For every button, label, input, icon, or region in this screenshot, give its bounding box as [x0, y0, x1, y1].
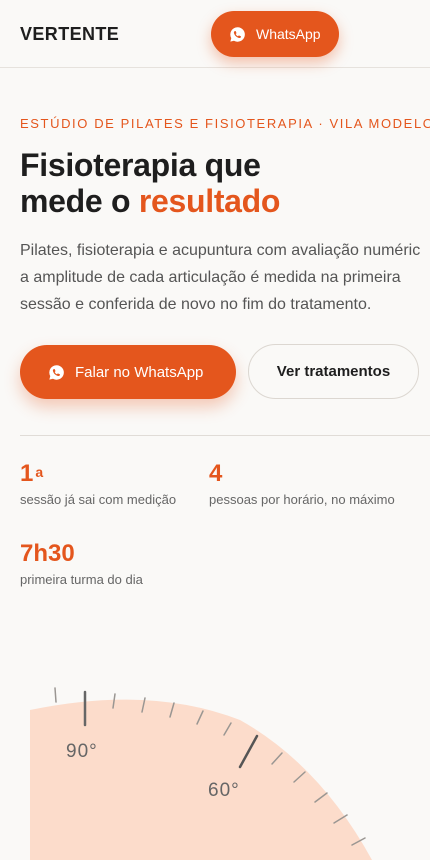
whatsapp-cta-button[interactable]: Falar no WhatsApp — [20, 345, 236, 399]
stat-label: pessoas por horário, no máximo — [209, 492, 395, 507]
stat-max-people: 4 pessoas por horário, no máximo — [209, 460, 395, 507]
description-line: Pilates, fisioterapia e acupuntura com a… — [20, 242, 421, 259]
hero-eyebrow: ESTÚDIO DE PILATES E FISIOTERAPIA · VILA… — [20, 116, 430, 131]
stat-label: primeira turma do dia — [20, 572, 143, 587]
title-accent: resultado — [138, 183, 281, 219]
range-of-motion-gauge: 90° 60° — [30, 687, 372, 860]
stat-value: 4 — [209, 460, 223, 487]
stat-ordinal: a — [35, 464, 44, 480]
stat-number: 1 — [20, 460, 34, 487]
brand-logo[interactable]: VERTENTE — [20, 24, 119, 45]
gauge-label-60: 60° — [208, 780, 240, 801]
gauge-fill — [30, 699, 372, 860]
description-line: a amplitude de cada articulação é medida… — [20, 269, 401, 286]
whatsapp-icon — [48, 364, 65, 381]
whatsapp-cta-label: Falar no WhatsApp — [75, 363, 204, 381]
stat-value: 1a — [20, 460, 176, 488]
stat-value: 7h30 — [20, 540, 75, 567]
treatments-button[interactable]: Ver tratamentos — [248, 344, 419, 399]
stat-label: sessão já sai com medição — [20, 492, 177, 507]
gauge-label-90: 90° — [66, 741, 98, 762]
hero-description: Pilates, fisioterapia e acupuntura com a… — [20, 237, 430, 318]
gauge-tick — [54, 687, 57, 703]
page-title: Fisioterapia que mede o resultado — [20, 147, 280, 219]
description-line: sessão e conferida de novo no fim do tra… — [20, 296, 372, 313]
header-whatsapp-label: WhatsApp — [256, 26, 321, 42]
title-line-2-prefix: mede o — [20, 183, 139, 219]
whatsapp-icon — [229, 26, 246, 43]
title-line-1: Fisioterapia que — [20, 147, 261, 183]
site-header: VERTENTE WhatsApp — [0, 0, 430, 68]
header-whatsapp-button[interactable]: WhatsApp — [211, 11, 339, 57]
stat-first-class: 7h30 primeira turma do dia — [20, 540, 143, 587]
divider — [20, 435, 430, 436]
stat-first-session: 1a sessão já sai com medição — [20, 460, 176, 507]
